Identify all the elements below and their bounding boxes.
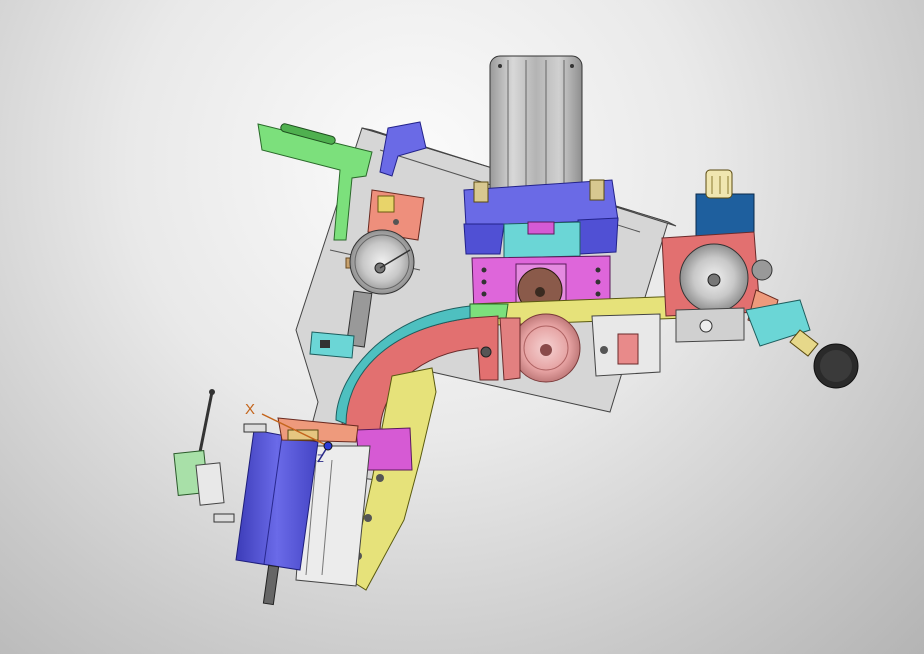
cyan-clamp-left <box>309 331 355 359</box>
pink-roller <box>499 313 581 383</box>
gray-block-right <box>591 313 661 377</box>
assembly-model[interactable] <box>0 0 924 654</box>
cyan-block-center <box>503 221 581 259</box>
axis-z-label: Z <box>317 453 324 465</box>
sensor-probe <box>173 389 225 506</box>
cad-viewport[interactable]: X Z <box>0 0 924 654</box>
right-motor-housing <box>661 169 859 389</box>
axis-x-label: X <box>245 401 256 418</box>
